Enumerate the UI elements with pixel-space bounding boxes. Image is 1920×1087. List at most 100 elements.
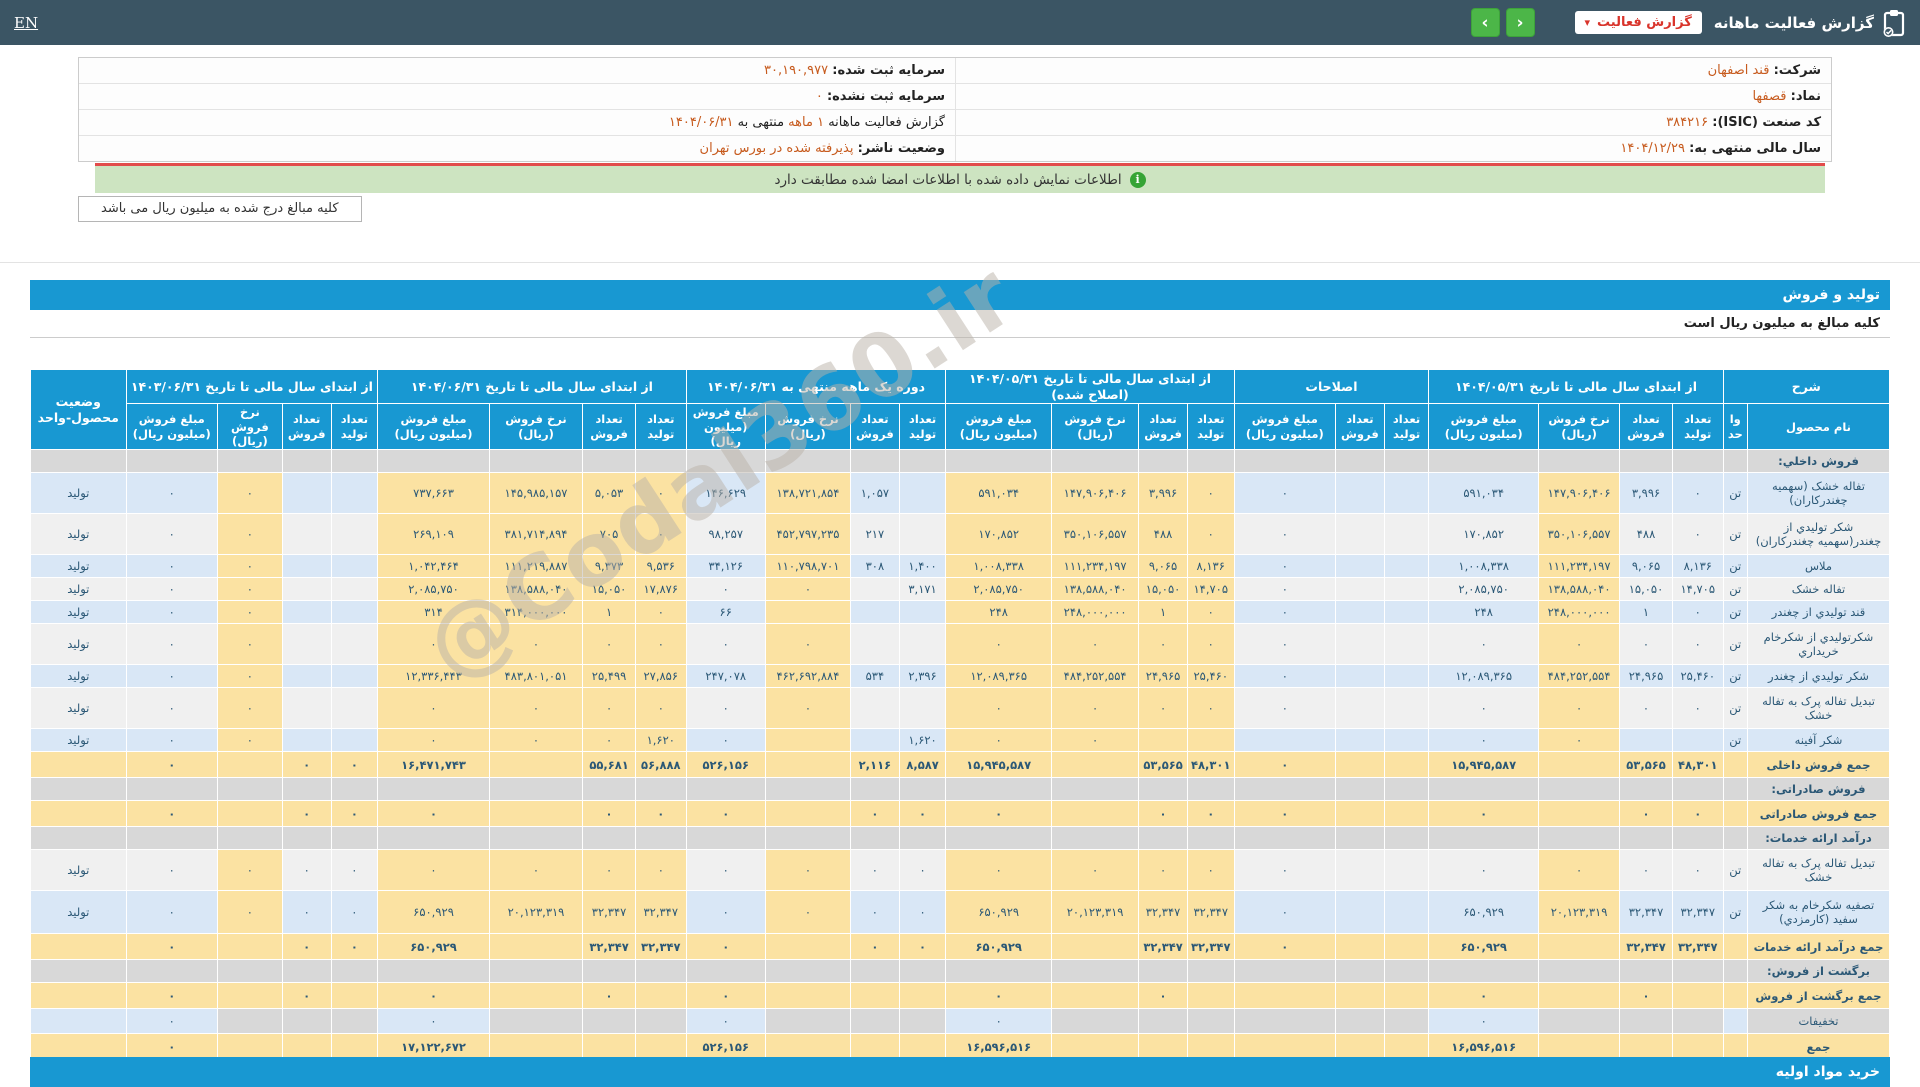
table-cell: [282, 778, 331, 801]
table-row: جمع درآمد ارائه خدمات۳۲,۳۴۷۳۲,۳۴۷۶۵۰,۹۲۹…: [31, 934, 1890, 960]
table-cell: [1051, 960, 1138, 983]
table-cell: [1139, 1034, 1188, 1060]
table-cell: [282, 665, 331, 688]
production-table-wrapper: شرح از ابتدای سال مالی تا تاریخ ۱۴۰۴/۰۵/…: [30, 369, 1890, 1060]
table-cell: ۰: [899, 850, 946, 891]
product-name-cell: قند تولیدي از چغندر: [1747, 601, 1889, 624]
production-table-body: فروش داخلي:تفاله خشک (سهمیه چغندرکاران)ت…: [31, 450, 1890, 1060]
table-cell: [1384, 827, 1429, 850]
product-status-cell: [31, 752, 127, 778]
column-header-sale-amount: مبلغ فروش (میلیون ریال): [1234, 404, 1335, 450]
chevron-down-icon: ▾: [1585, 17, 1591, 28]
table-row: تصفیه شکرخام به شکر سفید (کارمزدي)تن۳۲,۳…: [31, 891, 1890, 934]
table-cell: ۲۴۷,۰۷۸: [686, 665, 765, 688]
table-cell: [331, 1009, 378, 1034]
table-cell: ۰: [378, 624, 490, 665]
product-status-cell: تولید: [31, 601, 127, 624]
table-cell: [851, 983, 900, 1009]
table-cell: ۰: [1187, 688, 1234, 729]
table-cell: [1538, 752, 1619, 778]
table-cell: [946, 778, 1052, 801]
table-row: تفاله خشکتن۱۴,۷۰۵۱۵,۰۵۰۱۳۸,۵۸۸,۰۴۰۲,۰۸۵,…: [31, 578, 1890, 601]
info-value: ۱۴۰۴/۱۲/۲۹: [1620, 141, 1685, 156]
table-cell: [1139, 960, 1188, 983]
table-cell: [282, 1034, 331, 1060]
table-cell: ۱۴,۷۰۵: [1672, 578, 1723, 601]
table-cell: ۳۲,۳۴۷: [1672, 891, 1723, 934]
next-report-button[interactable]: ›: [1471, 8, 1500, 37]
table-cell: [489, 934, 582, 960]
table-cell: [282, 1009, 331, 1034]
million-rial-note: کلیه مبالغ به میلیون ریال است: [30, 310, 1890, 338]
info-label: نماد:: [1791, 89, 1821, 104]
table-cell: [282, 729, 331, 752]
table-cell: ۰: [635, 601, 686, 624]
table-cell: ۱۱۱,۲۱۹,۸۸۷: [489, 555, 582, 578]
table-cell: ۱۴۶,۶۲۹: [686, 473, 765, 514]
table-cell: ۴۸۴,۲۵۲,۵۵۴: [1051, 665, 1138, 688]
prev-report-button[interactable]: ‹: [1506, 8, 1535, 37]
table-cell: [1620, 1009, 1673, 1034]
table-cell: [31, 450, 127, 473]
table-cell: ۱۵,۰۵۰: [1139, 578, 1188, 601]
table-cell: ۰: [217, 850, 282, 891]
product-name-cell: تفاله خشک: [1747, 578, 1889, 601]
table-cell: [1051, 983, 1138, 1009]
table-cell: ۱۶,۵۹۶,۵۱۶: [1429, 1034, 1539, 1060]
table-cell: [1336, 688, 1385, 729]
table-row: تفاله خشک (سهمیه چغندرکاران)تن۰۳,۹۹۶۱۴۷,…: [31, 473, 1890, 514]
table-cell: ۱: [583, 601, 636, 624]
table-cell: ۳,۹۹۶: [1620, 473, 1673, 514]
table-cell: ۰: [583, 624, 636, 665]
table-cell: [1336, 891, 1385, 934]
info-label: وضعیت ناشر:: [858, 141, 945, 156]
table-cell: [1051, 1034, 1138, 1060]
product-status-cell: [31, 1034, 127, 1060]
table-cell: ۹,۵۳۶: [635, 555, 686, 578]
table-cell: [1538, 827, 1619, 850]
table-cell: ۰: [126, 578, 217, 601]
unit-cell: [1723, 934, 1747, 960]
report-type-dropdown[interactable]: گزارش فعالیت ▾: [1575, 11, 1702, 34]
product-name-cell: ملاس: [1747, 555, 1889, 578]
info-value: قصفها: [1752, 89, 1786, 104]
table-cell: [1620, 450, 1673, 473]
table-cell: ۳۲,۳۴۷: [1672, 934, 1723, 960]
table-cell: ۲۴۸: [946, 601, 1052, 624]
table-cell: [1620, 827, 1673, 850]
product-name-cell: تفاله خشک (سهمیه چغندرکاران): [1747, 473, 1889, 514]
table-cell: [851, 827, 900, 850]
info-icon: i: [1130, 172, 1146, 188]
product-name-cell: شکر تولیدي از چغندر(سهمیه چغندرکاران): [1747, 514, 1889, 555]
table-cell: [765, 1009, 850, 1034]
table-cell: [1051, 450, 1138, 473]
table-cell: ۰: [686, 983, 765, 1009]
table-cell: [31, 827, 127, 850]
table-cell: [282, 473, 331, 514]
info-label: شرکت:: [1774, 63, 1821, 78]
product-status-cell: [31, 801, 127, 827]
table-cell: [765, 827, 850, 850]
table-cell: [1672, 450, 1723, 473]
table-cell: [31, 778, 127, 801]
table-cell: [851, 450, 900, 473]
column-header-sale-rate: نرخ فروش (ریال): [765, 404, 850, 450]
table-cell: ۱,۰۰۸,۳۳۸: [1429, 555, 1539, 578]
table-cell: [1336, 983, 1385, 1009]
unit-cell: تن: [1723, 729, 1747, 752]
english-language-link[interactable]: EN: [14, 14, 38, 32]
section-label-cell: فروش صادراتی:: [1747, 778, 1889, 801]
column-header-status: وضعیت محصول-واحد: [31, 370, 127, 450]
table-cell: [489, 1009, 582, 1034]
product-name-cell: تبدیل تفاله پرک به تفاله خشک: [1747, 850, 1889, 891]
column-header-prod-qty: تعداد تولید: [1384, 404, 1429, 450]
unregistered-capital-cell: سرمایه ثبت نشده: ۰: [79, 84, 955, 109]
table-cell: ۱۱۱,۲۳۴,۱۹۷: [1051, 555, 1138, 578]
table-cell: [851, 688, 900, 729]
table-cell: [331, 450, 378, 473]
table-cell: [635, 1034, 686, 1060]
table-cell: [899, 450, 946, 473]
table-cell: ۰: [946, 1009, 1052, 1034]
table-cell: ۱,۰۵۷: [851, 473, 900, 514]
table-cell: [331, 555, 378, 578]
